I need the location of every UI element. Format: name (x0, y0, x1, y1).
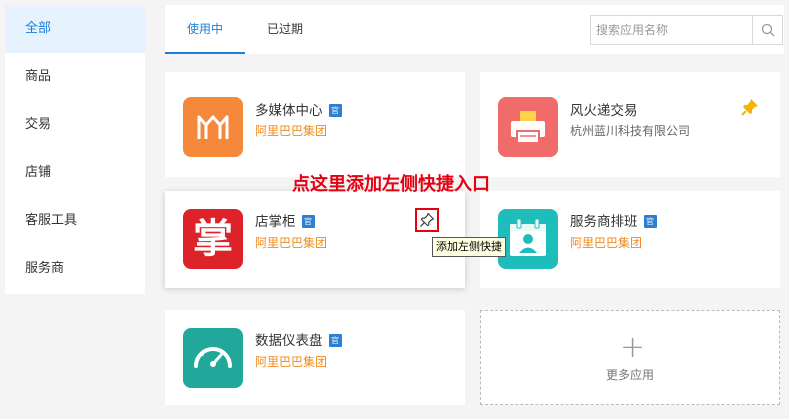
search-icon (761, 23, 774, 37)
app-card-fenghuodi-trade[interactable]: 风火递交易 杭州蓝川科技有限公司 (480, 72, 780, 177)
app-vendor: 阿里巴巴集团 (255, 355, 328, 369)
official-badge: 官 (328, 334, 342, 347)
app-card-data-dashboard[interactable]: 数据仪表盘官 阿里巴巴集团 (165, 310, 465, 405)
tab-in-use[interactable]: 使用中 (165, 5, 245, 54)
sidebar-item-trade[interactable]: 交易 (5, 101, 145, 149)
add-shortcut-pin-button[interactable] (415, 208, 439, 232)
more-apps-button[interactable]: + 更多应用 (480, 310, 780, 405)
app-vendor: 阿里巴巴集团 (255, 124, 328, 138)
tab-expired[interactable]: 已过期 (245, 5, 325, 54)
app-card-multimedia-center[interactable]: 多媒体中心官 阿里巴巴集团 (165, 72, 465, 177)
multimedia-m-icon (183, 97, 243, 157)
plus-icon: + (620, 330, 646, 365)
tooltip: 添加左侧快捷 (432, 237, 506, 257)
official-badge: 官 (328, 104, 342, 117)
more-apps-label: 更多应用 (605, 368, 654, 382)
app-name: 数据仪表盘官 (255, 329, 342, 349)
app-name: 服务商排班官 (570, 210, 657, 230)
sidebar: 全部 商品 交易 店铺 客服工具 服务商 (5, 5, 145, 294)
sidebar-item-shop[interactable]: 店铺 (5, 149, 145, 197)
sidebar-item-goods[interactable]: 商品 (5, 53, 145, 101)
app-card-dian-zhanggui[interactable]: 掌 店掌柜官 阿里巴巴集团 (165, 191, 465, 288)
search-box (590, 15, 783, 45)
search-button[interactable] (752, 16, 782, 44)
tab-bar: 使用中 已过期 (165, 5, 784, 54)
sidebar-item-service-provider[interactable]: 服务商 (5, 245, 145, 293)
app-name: 店掌柜官 (255, 210, 315, 230)
pin-icon (420, 212, 435, 227)
pinned-icon[interactable] (740, 97, 760, 121)
app-name: 风火递交易 (570, 103, 638, 119)
printer-icon (498, 97, 558, 157)
app-name: 多媒体中心官 (255, 99, 342, 119)
speedometer-icon (183, 328, 243, 388)
sidebar-item-customer-service-tools[interactable]: 客服工具 (5, 197, 145, 245)
sidebar-item-all[interactable]: 全部 (5, 5, 145, 53)
official-badge: 官 (643, 215, 657, 228)
annotation-text: 点这里添加左侧快捷入口 (292, 174, 490, 195)
app-card-service-provider-schedule[interactable]: 服务商排班官 阿里巴巴集团 (480, 191, 780, 288)
search-input[interactable] (591, 16, 753, 44)
official-badge: 官 (301, 215, 315, 228)
zhang-char-icon: 掌 (183, 209, 243, 269)
app-vendor: 杭州蓝川科技有限公司 (570, 124, 691, 138)
app-vendor: 阿里巴巴集团 (570, 236, 643, 250)
app-vendor: 阿里巴巴集团 (255, 236, 328, 250)
calendar-person-icon (498, 209, 558, 269)
